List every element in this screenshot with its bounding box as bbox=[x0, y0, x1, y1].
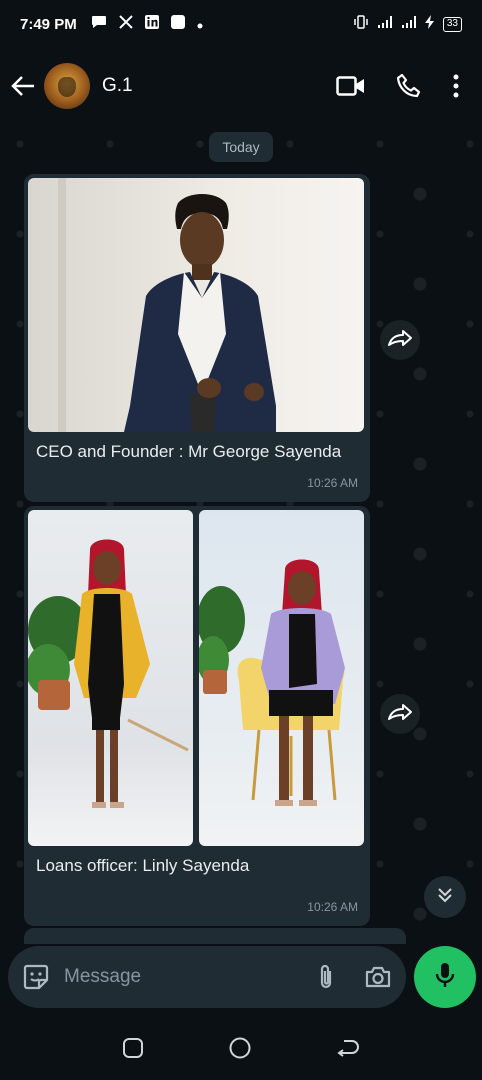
woman-purple-blazer-photo[interactable] bbox=[199, 510, 364, 846]
back-icon[interactable] bbox=[336, 1037, 360, 1059]
contact-name[interactable]: G.1 bbox=[102, 75, 133, 97]
clock: 7:49 PM bbox=[20, 15, 77, 33]
linkedin-icon bbox=[144, 15, 159, 33]
forward-icon bbox=[387, 703, 413, 726]
avatar[interactable] bbox=[44, 63, 90, 109]
signal-icon-2 bbox=[401, 15, 417, 33]
man-in-navy-suit-photo[interactable] bbox=[28, 178, 364, 432]
forward-button[interactable] bbox=[380, 694, 420, 734]
double-chevron-down-icon bbox=[436, 886, 454, 909]
video-call-icon[interactable] bbox=[336, 75, 366, 97]
vibrate-icon bbox=[353, 15, 369, 33]
photo-row bbox=[28, 510, 366, 846]
woman-yellow-blazer-illustration bbox=[28, 539, 189, 808]
header-actions bbox=[336, 73, 472, 99]
forward-icon bbox=[387, 329, 413, 352]
date-chip: Today bbox=[209, 132, 273, 162]
message-bubble[interactable]: Loans officer: Linly Sayenda 10:26 AM bbox=[24, 506, 370, 926]
x-app-icon bbox=[118, 15, 133, 33]
scroll-to-bottom-button[interactable] bbox=[424, 876, 466, 918]
partial-message-bubble[interactable] bbox=[24, 928, 406, 944]
status-bar: 7:49 PM 33 bbox=[0, 0, 482, 48]
more-vertical-icon[interactable] bbox=[452, 74, 460, 98]
microphone-icon bbox=[434, 961, 456, 994]
message-caption: Loans officer: Linly Sayenda bbox=[36, 856, 250, 875]
message-bubble[interactable]: CEO and Founder : Mr George Sayenda 10:2… bbox=[24, 174, 370, 502]
message-input[interactable] bbox=[64, 966, 316, 988]
message-composer bbox=[8, 946, 406, 1008]
message-time: 10:26 AM bbox=[307, 900, 358, 914]
battery-indicator: 33 bbox=[442, 16, 462, 32]
system-indicators: 33 bbox=[353, 15, 462, 33]
notification-icons bbox=[91, 15, 203, 33]
chat-area[interactable]: Today CEO and Founder : Mr George Sayend… bbox=[0, 124, 482, 944]
message-caption: CEO and Founder : Mr George Sayenda bbox=[36, 442, 342, 461]
phone-icon[interactable] bbox=[396, 73, 422, 99]
back-arrow-icon[interactable] bbox=[10, 75, 36, 97]
attachment-icon[interactable] bbox=[316, 963, 336, 991]
forward-button[interactable] bbox=[380, 320, 420, 360]
man-in-navy-suit-illustration bbox=[58, 178, 276, 432]
sticker-icon[interactable] bbox=[22, 963, 50, 991]
charging-icon bbox=[424, 15, 435, 33]
woman-purple-blazer-illustration bbox=[199, 559, 345, 806]
home-icon[interactable] bbox=[228, 1036, 252, 1060]
composer-tools bbox=[316, 963, 392, 991]
recent-apps-icon[interactable] bbox=[122, 1037, 144, 1059]
camera-icon[interactable] bbox=[364, 965, 392, 989]
chat-notification-icon bbox=[91, 15, 107, 33]
chat-header: G.1 bbox=[0, 48, 482, 124]
signal-icon-1 bbox=[377, 15, 393, 33]
app-notification-icon bbox=[170, 15, 185, 33]
more-notifications-dot-icon bbox=[197, 16, 203, 33]
voice-message-button[interactable] bbox=[414, 946, 476, 1008]
system-navigation-bar bbox=[0, 1016, 482, 1080]
message-time: 10:26 AM bbox=[307, 476, 358, 490]
woman-yellow-blazer-photo[interactable] bbox=[28, 510, 193, 846]
